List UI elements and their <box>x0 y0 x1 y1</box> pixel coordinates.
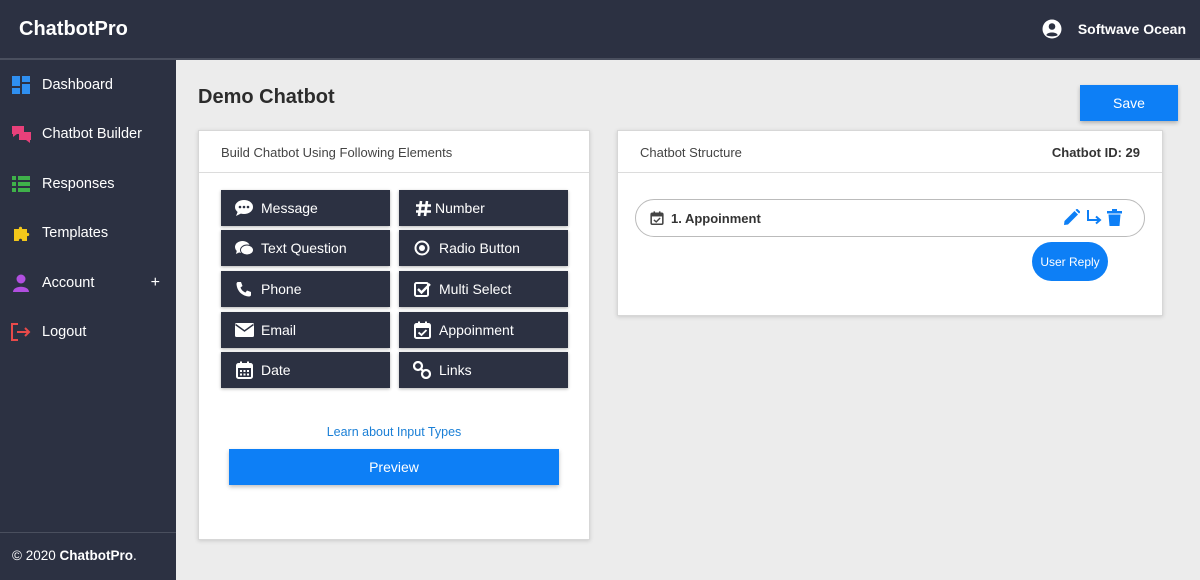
sidebar-item-label: Logout <box>42 324 87 340</box>
calendar-check-icon <box>412 320 432 340</box>
copyright-suffix: . <box>133 548 137 563</box>
link-icon <box>412 360 432 380</box>
element-label: Radio Button <box>439 240 520 256</box>
structure-title: Chatbot Structure <box>640 145 742 160</box>
element-label: Number <box>435 200 485 216</box>
sidebar-item-responses[interactable]: Responses <box>0 164 176 204</box>
comments-icon <box>234 238 254 258</box>
chat-bubbles-icon <box>11 124 31 144</box>
calendar-check-icon <box>650 211 664 225</box>
user-reply-button[interactable]: User Reply <box>1032 242 1108 281</box>
element-label: Message <box>261 200 318 216</box>
phone-icon <box>234 279 254 299</box>
sidebar-item-label: Responses <box>42 176 115 192</box>
builder-card-header: Build Chatbot Using Following Elements <box>199 131 589 173</box>
top-bar: ChatbotPro Softwave Ocean <box>0 0 1200 60</box>
element-label: Phone <box>261 281 302 297</box>
element-date-button[interactable]: Date <box>221 352 390 388</box>
user-circle-icon <box>1042 19 1062 39</box>
preview-button[interactable]: Preview <box>229 449 559 485</box>
node-actions <box>1058 209 1122 226</box>
structure-node[interactable]: 1. Appoinment <box>635 199 1145 237</box>
node-title: 1. Appoinment <box>671 210 761 226</box>
copyright-brand: ChatbotPro <box>59 548 134 563</box>
builder-card: Build Chatbot Using Following Elements M… <box>198 130 590 540</box>
structure-card: Chatbot Structure Chatbot ID: 29 1. Appo… <box>617 130 1163 316</box>
envelope-icon <box>234 320 254 340</box>
element-multi-select-button[interactable]: Multi Select <box>399 271 568 307</box>
sidebar-item-chatbot-builder[interactable]: Chatbot Builder <box>0 114 176 154</box>
sidebar-item-label: Account <box>42 275 95 291</box>
trash-icon[interactable] <box>1107 209 1122 226</box>
element-label: Date <box>261 362 291 378</box>
sidebar-item-label: Templates <box>42 225 109 241</box>
copyright: © 2020 ChatbotPro. <box>0 532 176 580</box>
element-links-button[interactable]: Links <box>399 352 568 388</box>
sidebar-item-templates[interactable]: Templates <box>0 213 176 253</box>
hashtag-icon <box>413 198 433 218</box>
radio-icon <box>412 238 432 258</box>
list-icon <box>11 174 31 194</box>
copyright-prefix: © 2020 <box>12 548 56 563</box>
sidebar-item-label: Chatbot Builder <box>42 126 142 142</box>
checkbox-icon <box>412 279 432 299</box>
edit-icon[interactable] <box>1063 209 1080 226</box>
element-text-question-button[interactable]: Text Question <box>221 230 390 266</box>
brand-logo[interactable]: ChatbotPro <box>19 18 128 41</box>
element-email-button[interactable]: Email <box>221 312 390 348</box>
element-label: Email <box>261 322 297 338</box>
structure-card-header: Chatbot Structure Chatbot ID: 29 <box>618 131 1162 173</box>
chatbot-id: Chatbot ID: 29 <box>1051 145 1140 160</box>
puzzle-icon <box>11 223 31 243</box>
dashboard-icon <box>11 75 31 95</box>
sidebar-item-logout[interactable]: Logout <box>0 312 176 352</box>
sidebar-item-account[interactable]: Account + <box>0 263 176 303</box>
save-button[interactable]: Save <box>1080 85 1178 121</box>
sidebar: Dashboard Chatbot Builder Responses Temp… <box>0 60 176 580</box>
element-number-button[interactable]: Number <box>399 190 568 226</box>
element-label: Appoinment <box>439 322 514 338</box>
sidebar-item-label: Dashboard <box>42 77 113 93</box>
page-title: Demo Chatbot <box>198 86 335 108</box>
comment-icon <box>234 198 254 218</box>
logout-icon <box>11 322 31 342</box>
element-phone-button[interactable]: Phone <box>221 271 390 307</box>
expand-plus-icon[interactable]: + <box>151 274 160 292</box>
user-menu[interactable]: Softwave Ocean <box>1042 19 1186 39</box>
element-label: Multi Select <box>439 281 512 297</box>
user-name: Softwave Ocean <box>1077 21 1186 37</box>
element-message-button[interactable]: Message <box>221 190 390 226</box>
learn-input-types-link[interactable]: Learn about Input Types <box>199 425 589 439</box>
element-label: Text Question <box>261 240 347 256</box>
element-appoinment-button[interactable]: Appoinment <box>399 312 568 348</box>
branch-arrow-icon[interactable] <box>1085 209 1102 226</box>
sidebar-item-dashboard[interactable]: Dashboard <box>0 65 176 105</box>
element-radio-button-button[interactable]: Radio Button <box>399 230 568 266</box>
calendar-icon <box>234 360 254 380</box>
element-label: Links <box>439 362 472 378</box>
user-icon <box>11 273 31 293</box>
